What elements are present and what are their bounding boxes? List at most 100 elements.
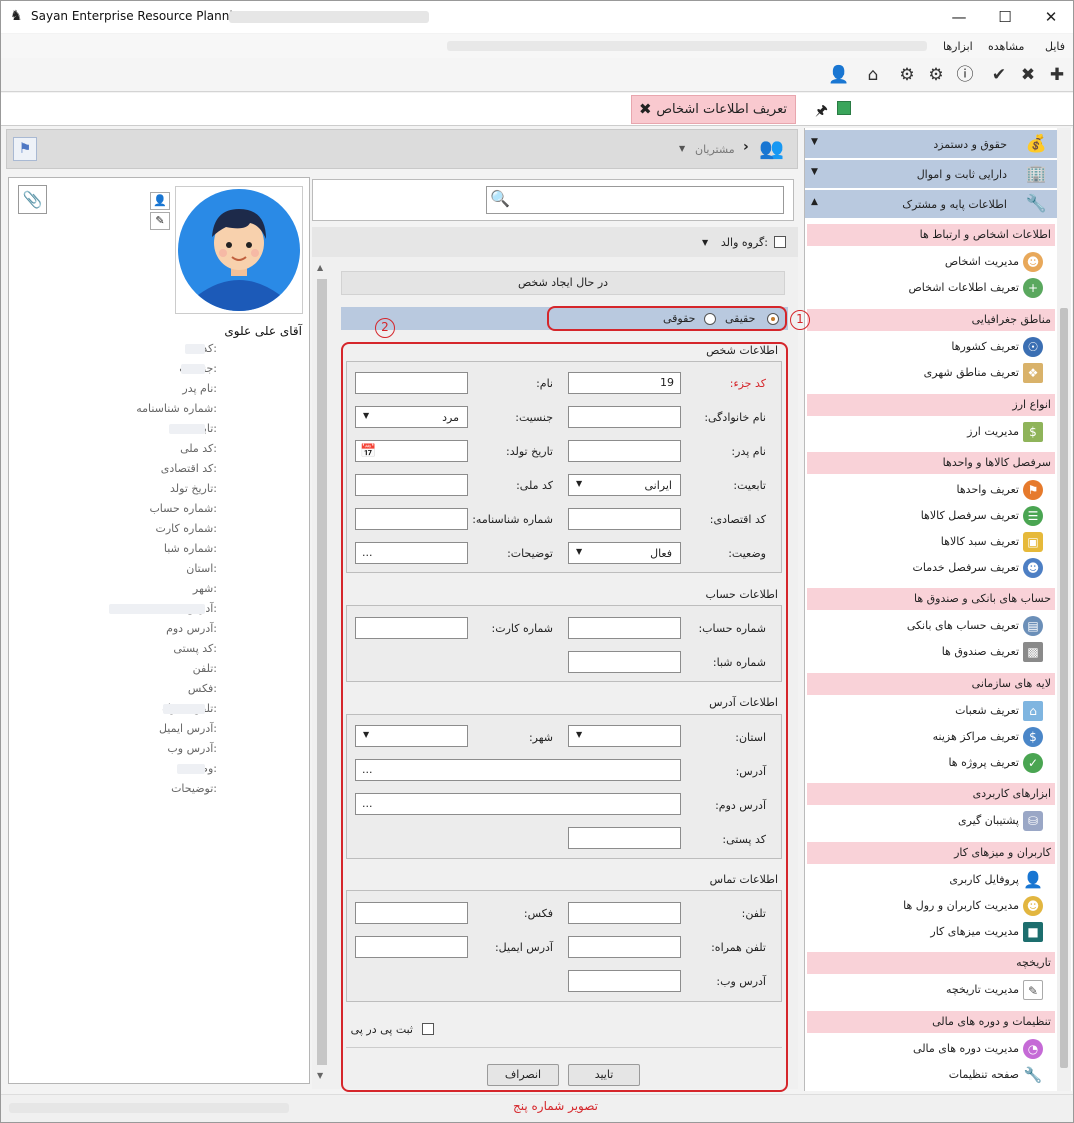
gender-select[interactable]: مرد ▼ xyxy=(355,406,468,428)
accordion-payroll[interactable]: حقوق و دستمزد 💰 ▼ xyxy=(805,130,1057,159)
father-input[interactable] xyxy=(568,440,681,462)
tab-person-definition[interactable]: تعریف اطلاعات اشخاص ✖ xyxy=(631,95,796,124)
radio-legal-label[interactable]: حقوقی xyxy=(663,312,695,325)
profile-field-label: شماره شناسنامه: xyxy=(136,402,217,415)
radio-legal[interactable] xyxy=(704,313,716,325)
app-title: Sayan Enterprise Resource Planning xyxy=(31,9,248,23)
nav-item-workdesks[interactable]: مدیریت میزهای کار ■ xyxy=(807,921,1055,943)
nav-item-cost-centers[interactable]: تعریف مراکز هزینه $ xyxy=(807,726,1055,748)
search-input[interactable]: 🔍 xyxy=(486,186,784,214)
nav-item-history[interactable]: مدیریت تاریخچه ✎ xyxy=(807,979,1055,1001)
plug-add-icon[interactable]: ✚ xyxy=(1046,65,1068,85)
birth-input[interactable]: 📅 xyxy=(355,440,468,462)
account-number-input[interactable] xyxy=(568,617,681,639)
scroll-up-icon[interactable]: ▲ xyxy=(317,263,323,272)
nav-item-baskets[interactable]: تعریف سبد کالاها ▣ xyxy=(807,531,1055,553)
national-code-input[interactable] xyxy=(355,474,468,496)
nav-item-cash-boxes[interactable]: تعریف صندوق ها ▩ xyxy=(807,641,1055,663)
cancel-button[interactable]: انصراف xyxy=(487,1064,559,1086)
flag-icon[interactable]: ⚑ xyxy=(13,137,37,161)
confirm-button[interactable]: تایید xyxy=(568,1064,640,1086)
section-title-address: اطلاعات آدرس xyxy=(709,696,778,709)
description-input[interactable]: ... xyxy=(355,542,468,564)
nav-item-goods-headings[interactable]: تعریف سرفصل کالاها ☰ xyxy=(807,505,1055,527)
close-window-button[interactable]: ✕ xyxy=(1028,1,1074,33)
menu-file[interactable]: فایل xyxy=(1045,40,1065,53)
nav-item-countries[interactable]: تعریف کشورها ☉ xyxy=(807,336,1055,358)
radio-real-label[interactable]: حقیقی xyxy=(725,312,755,325)
plug-info-icon[interactable]: ⓘ xyxy=(954,65,976,85)
fax-input[interactable] xyxy=(355,902,468,924)
nav-item-users-roles[interactable]: مدیریت کاربران و رول ها ☻ xyxy=(807,895,1055,917)
status-select[interactable]: فعال ▼ xyxy=(568,542,681,564)
nav-item-define-persons[interactable]: تعریف اطلاعات اشخاص + xyxy=(807,277,1055,299)
nav-item-backup[interactable]: پشتیبان گیری ⛁ xyxy=(807,810,1055,832)
breadcrumb[interactable]: مشتریان xyxy=(695,143,735,156)
calendar-icon[interactable]: 📅 xyxy=(360,444,376,459)
id-number-input[interactable] xyxy=(355,508,468,530)
profile-name: آقای علی علوی xyxy=(224,324,302,338)
plug-check-icon[interactable]: ✔ xyxy=(988,65,1010,85)
nav-item-settings-page[interactable]: صفحه تنظیمات 🔧 xyxy=(807,1064,1055,1086)
person-icon[interactable]: 👤 xyxy=(150,192,170,210)
continuous-entry-checkbox[interactable] xyxy=(422,1023,434,1035)
nav-item-urban-areas[interactable]: تعریف مناطق شهری ❖ xyxy=(807,362,1055,384)
family-input[interactable] xyxy=(568,406,681,428)
mobile-input[interactable] xyxy=(568,936,681,958)
pin-icon[interactable]: 🖈 xyxy=(815,100,828,124)
plug-download-icon[interactable]: ⚙ xyxy=(896,65,918,85)
name-input[interactable] xyxy=(355,372,468,394)
nav-item-bank-accounts[interactable]: تعریف حساب های بانکی ▤ xyxy=(807,615,1055,637)
panel-toggle-icon[interactable] xyxy=(837,101,851,115)
nav-item-manage-persons[interactable]: مدیریت اشخاص ☻ xyxy=(807,251,1055,273)
email-input[interactable] xyxy=(355,936,468,958)
web-input[interactable] xyxy=(568,970,681,992)
gear-icon[interactable]: ⚙ xyxy=(925,65,947,85)
scroll-down-icon[interactable]: ▼ xyxy=(317,1071,323,1080)
code-input[interactable]: 19 xyxy=(568,372,681,394)
province-select[interactable]: ▼ xyxy=(568,725,681,747)
nav-item-currency[interactable]: مدیریت ارز $ xyxy=(807,421,1055,443)
nav-item-units[interactable]: تعریف واحدها ⚑ xyxy=(807,479,1055,501)
nav-item-branches[interactable]: تعریف شعبات ⌂ xyxy=(807,700,1055,722)
address2-input[interactable]: ... xyxy=(355,793,681,815)
form-scrollbar[interactable]: ▲ ▼ xyxy=(315,263,329,1085)
nav-item-projects[interactable]: تعریف پروژه ها ✓ xyxy=(807,752,1055,774)
phone-input[interactable] xyxy=(568,902,681,924)
radio-real[interactable] xyxy=(767,313,779,325)
nav-scrollbar[interactable] xyxy=(1057,128,1071,1091)
chevron-up-icon: ▲ xyxy=(811,197,818,207)
economic-code-input[interactable] xyxy=(568,508,681,530)
user-icon[interactable]: 👤 xyxy=(828,65,850,85)
status-label: وضعیت: xyxy=(728,547,766,560)
nationality-select[interactable]: ایرانی ▼ xyxy=(568,474,681,496)
edit-pencil-icon[interactable]: ✎ xyxy=(150,212,170,230)
accordion-base-info[interactable]: اطلاعات پایه و مشترک 🔧 ▲ xyxy=(805,190,1057,219)
form-scroll-thumb[interactable] xyxy=(317,279,327,1065)
accordion-fixed-assets[interactable]: دارایی ثابت و اموال 🏢 ▼ xyxy=(805,160,1057,189)
dropdown-arrow-icon: ▼ xyxy=(576,730,583,739)
card-number-input[interactable] xyxy=(355,617,468,639)
nav-item-services[interactable]: تعریف سرفصل خدمات ☻ xyxy=(807,557,1055,579)
parent-group-dropdown-icon[interactable]: ▼ xyxy=(702,238,708,247)
nav-item-profile[interactable]: پروفایل کاربری 👤 xyxy=(807,869,1055,891)
nav-group-users: کاربران و میزهای کار xyxy=(807,842,1055,864)
maximize-button[interactable]: ☐ xyxy=(982,1,1028,33)
blurred-field-value xyxy=(163,704,205,714)
sheba-input[interactable] xyxy=(568,651,681,673)
nav-item-fiscal-periods[interactable]: مدیریت دوره های مالی ◔ xyxy=(807,1038,1055,1060)
attachment-icon[interactable]: 📎 xyxy=(18,185,47,214)
plug-remove-icon[interactable]: ✖ xyxy=(1017,65,1039,85)
address-input[interactable]: ... xyxy=(355,759,681,781)
parent-group-checkbox[interactable] xyxy=(774,236,786,248)
home-icon[interactable]: ⌂ xyxy=(862,65,884,85)
menu-view[interactable]: مشاهده xyxy=(988,40,1024,53)
chevron-right-icon[interactable]: › xyxy=(743,139,749,155)
close-tab-icon[interactable]: ✖ xyxy=(639,100,652,118)
postal-code-input[interactable] xyxy=(568,827,681,849)
breadcrumb-dropdown-icon[interactable]: ▼ xyxy=(679,144,685,153)
nav-scroll-thumb[interactable] xyxy=(1060,308,1068,1068)
minimize-button[interactable]: — xyxy=(936,1,982,33)
city-select[interactable]: ▼ xyxy=(355,725,468,747)
menu-tools[interactable]: ابزارها xyxy=(943,40,973,53)
